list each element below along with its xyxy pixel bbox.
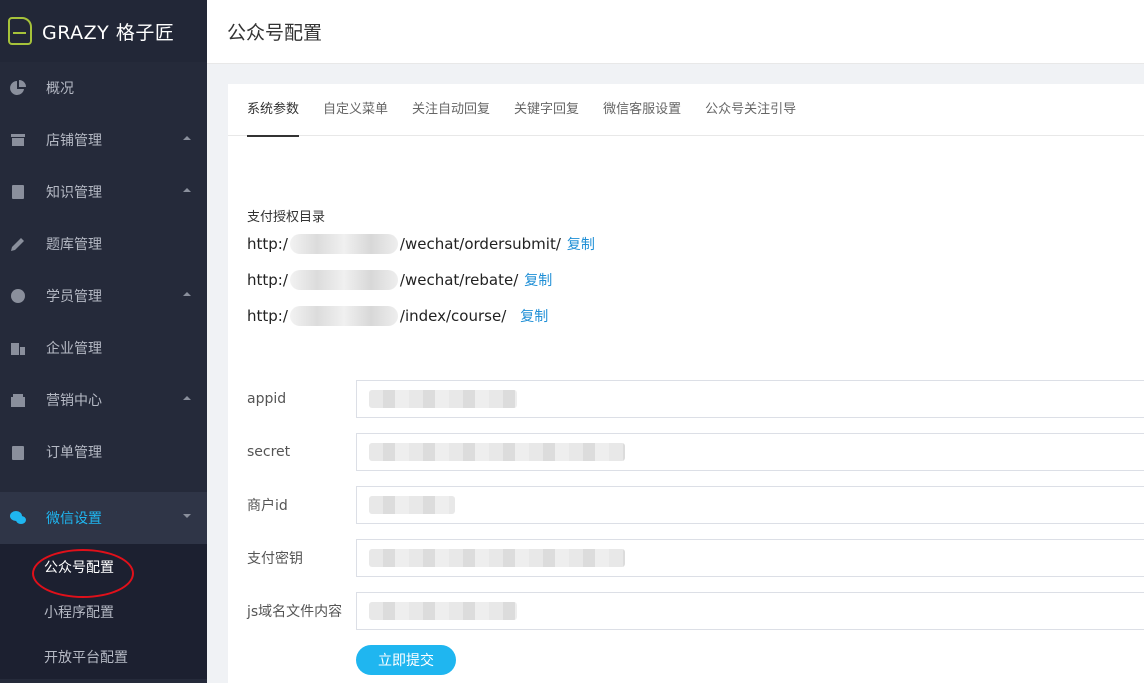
sidebar-subitem-mini-program[interactable]: 小程序配置 (0, 589, 207, 634)
sidebar-item-label: 店铺管理 (46, 133, 102, 149)
copy-link[interactable]: 复制 (567, 234, 595, 254)
js-domain-label: js域名文件内容 (247, 604, 343, 620)
merchant-id-row: 商户id (247, 486, 1144, 524)
merchant-id-label: 商户id (247, 498, 288, 514)
sidebar-item-marketing[interactable]: 营销中心 (0, 374, 207, 426)
sidebar-item-enterprise[interactable]: 企业管理 (0, 322, 207, 374)
secret-label: secret (247, 444, 291, 460)
tab-bar: 系统参数 自定义菜单 关注自动回复 关键字回复 微信客服设置 公众号关注引导 (228, 84, 1144, 137)
gift-icon (10, 392, 26, 408)
sidebar-item-overview[interactable]: 概况 (0, 62, 207, 114)
masked-value (369, 549, 625, 567)
sidebar-subitem-label: 开放平台配置 (44, 649, 128, 666)
page-header: 公众号配置 (207, 0, 1144, 64)
url-suffix: /index/course/ (399, 307, 507, 325)
tab-customer-service[interactable]: 微信客服设置 (603, 84, 681, 136)
payment-url-row: http:/ /wechat/ordersubmit/ 复制 (247, 234, 595, 254)
caret-up-icon (183, 396, 191, 400)
appid-field[interactable] (356, 380, 1144, 418)
copy-link[interactable]: 复制 (524, 270, 552, 290)
pie-chart-icon (10, 80, 26, 96)
wechat-icon (10, 510, 26, 526)
logo-icon (8, 17, 32, 45)
sidebar-item-students[interactable]: 学员管理 (0, 270, 207, 322)
config-card: 系统参数 自定义菜单 关注自动回复 关键字回复 微信客服设置 公众号关注引导 支… (228, 84, 1144, 683)
appid-label: appid (247, 391, 287, 407)
masked-value (369, 390, 517, 408)
user-icon (10, 288, 26, 304)
caret-down-icon (183, 514, 191, 518)
tab-system-params[interactable]: 系统参数 (247, 84, 300, 137)
masked-value (369, 602, 517, 620)
url-prefix: http:/ (247, 235, 288, 253)
page-title: 公众号配置 (227, 22, 323, 44)
js-domain-row: js域名文件内容 (247, 592, 1144, 630)
url-prefix: http:/ (247, 271, 288, 289)
pencil-icon (10, 236, 26, 252)
sidebar-item-label: 企业管理 (46, 341, 102, 357)
tab-keyword-reply[interactable]: 关键字回复 (514, 84, 579, 136)
payment-key-label: 支付密钥 (247, 551, 303, 567)
appid-row: appid (247, 380, 1144, 418)
masked-value (369, 443, 625, 461)
sidebar-item-label: 概况 (46, 81, 74, 97)
masked-value (369, 496, 455, 514)
merchant-id-field[interactable] (356, 486, 1144, 524)
sidebar-subitem-label: 公众号配置 (44, 559, 114, 576)
secret-row: secret (247, 433, 1144, 471)
url-suffix: /wechat/rebate/ (399, 271, 519, 289)
building-icon (10, 340, 26, 356)
copy-link[interactable]: 复制 (520, 306, 548, 326)
tab-follow-guide[interactable]: 公众号关注引导 (705, 84, 796, 136)
sidebar-item-label: 营销中心 (46, 393, 102, 409)
sidebar-item-label: 题库管理 (46, 237, 102, 253)
sidebar-nav: 概况 店铺管理 知识管理 题库管理 学员管理 企业管理 营销中心 订单管理 微信… (0, 62, 207, 679)
sidebar-item-label: 微信设置 (46, 511, 102, 527)
sidebar: GRAZY 格子匠 概况 店铺管理 知识管理 题库管理 学员管理 企业管理 营销… (0, 0, 207, 683)
sidebar-subitem-open-platform[interactable]: 开放平台配置 (0, 634, 207, 679)
tab-custom-menu[interactable]: 自定义菜单 (323, 84, 388, 136)
payment-url-row: http:/ /index/course/ 复制 (247, 306, 548, 326)
submit-button[interactable]: 立即提交 (356, 645, 456, 675)
url-suffix: /wechat/ordersubmit/ (399, 235, 561, 253)
redacted-domain (289, 306, 398, 326)
payment-url-row: http:/ /wechat/rebate/ 复制 (247, 270, 552, 290)
brand-name: GRAZY 格子匠 (42, 21, 175, 44)
sidebar-item-orders[interactable]: 订单管理 (0, 426, 207, 478)
sidebar-subitem-official-account[interactable]: 公众号配置 (0, 544, 207, 589)
caret-up-icon (183, 292, 191, 296)
sidebar-subitem-label: 小程序配置 (44, 604, 114, 621)
url-prefix: http:/ (247, 307, 288, 325)
tab-follow-auto-reply[interactable]: 关注自动回复 (412, 84, 490, 136)
secret-field[interactable] (356, 433, 1144, 471)
sidebar-item-label: 订单管理 (46, 445, 102, 461)
book-icon (10, 184, 26, 200)
store-icon (10, 132, 26, 148)
payment-key-row: 支付密钥 (247, 539, 1144, 577)
clipboard-icon (10, 444, 26, 460)
redacted-domain (289, 234, 398, 254)
sidebar-item-question-bank[interactable]: 题库管理 (0, 218, 207, 270)
sidebar-item-label: 学员管理 (46, 289, 102, 305)
sidebar-item-store[interactable]: 店铺管理 (0, 114, 207, 166)
brand-logo[interactable]: GRAZY 格子匠 (0, 0, 207, 62)
sidebar-item-label: 知识管理 (46, 185, 102, 201)
redacted-domain (289, 270, 398, 290)
caret-up-icon (183, 136, 191, 140)
payment-dir-label: 支付授权目录 (247, 210, 326, 225)
js-domain-field[interactable] (356, 592, 1144, 630)
caret-up-icon (183, 188, 191, 192)
sidebar-item-knowledge[interactable]: 知识管理 (0, 166, 207, 218)
payment-key-field[interactable] (356, 539, 1144, 577)
sidebar-item-wechat-settings[interactable]: 微信设置 (0, 492, 207, 544)
